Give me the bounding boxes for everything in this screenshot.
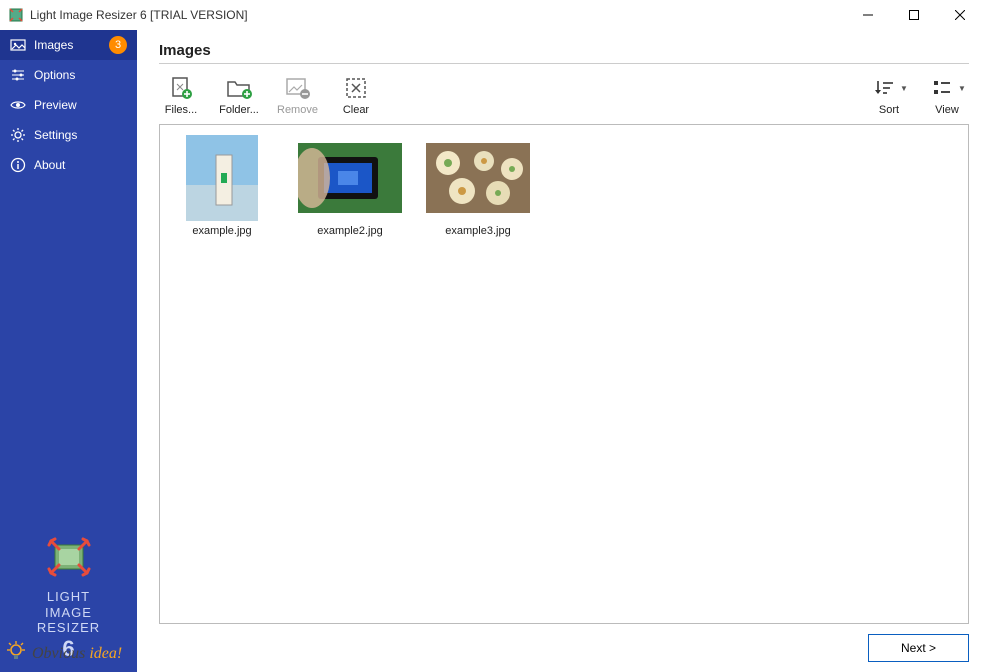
thumbnail-image <box>170 135 274 221</box>
image-grid[interactable]: example.jpg example2.jpg <box>159 124 969 624</box>
eye-icon <box>10 97 26 113</box>
clear-icon <box>342 76 370 100</box>
content-area: Images Files... Folder... Remove Clear <box>137 30 983 672</box>
chevron-down-icon: ▼ <box>958 84 966 93</box>
thumbnail-filename: example3.jpg <box>445 225 510 237</box>
sort-icon <box>870 76 898 100</box>
images-count-badge: 3 <box>109 36 127 54</box>
sidebar: Images 3 Options Preview Settings About <box>0 30 137 672</box>
sidebar-item-label: Settings <box>34 128 127 142</box>
titlebar: Light Image Resizer 6 [TRIAL VERSION] <box>0 0 983 30</box>
maximize-button[interactable] <box>891 0 937 30</box>
clear-button[interactable]: Clear <box>336 76 376 116</box>
sidebar-item-settings[interactable]: Settings <box>0 120 137 150</box>
sidebar-item-options[interactable]: Options <box>0 60 137 90</box>
image-remove-icon <box>283 76 311 100</box>
sidebar-item-images[interactable]: Images 3 <box>0 30 137 60</box>
thumbnail-filename: example.jpg <box>192 225 251 237</box>
view-icon <box>928 76 956 100</box>
footer: Next > <box>159 624 969 662</box>
close-button[interactable] <box>937 0 983 30</box>
window-title: Light Image Resizer 6 [TRIAL VERSION] <box>30 8 248 22</box>
remove-button: Remove <box>277 76 318 116</box>
info-icon <box>10 157 26 173</box>
logo-text-line1: LIGHT <box>10 589 127 605</box>
thumbnail-item[interactable]: example3.jpg <box>426 135 530 237</box>
add-folder-button[interactable]: Folder... <box>219 76 259 116</box>
chevron-down-icon: ▼ <box>900 84 908 93</box>
brand-text-a: Obvious <box>32 645 85 663</box>
gear-icon <box>10 127 26 143</box>
tool-label: Files... <box>165 104 197 116</box>
bulb-icon <box>4 639 28 668</box>
logo-text-line3: RESIZER <box>10 620 127 636</box>
thumbnail-item[interactable]: example2.jpg <box>298 135 402 237</box>
sliders-icon <box>10 67 26 83</box>
minimize-button[interactable] <box>845 0 891 30</box>
next-button[interactable]: Next > <box>868 634 969 662</box>
thumbnail-filename: example2.jpg <box>317 225 382 237</box>
sidebar-item-label: Images <box>34 38 101 52</box>
sidebar-item-label: Preview <box>34 98 127 112</box>
view-button[interactable]: ▼ View <box>927 76 967 116</box>
sort-button[interactable]: ▼ Sort <box>869 76 909 116</box>
sidebar-item-preview[interactable]: Preview <box>0 90 137 120</box>
tool-label: Remove <box>277 104 318 116</box>
page-title: Images <box>159 42 969 59</box>
divider <box>159 63 969 64</box>
brand-logo[interactable]: Obviousidea! <box>4 639 122 668</box>
sidebar-item-about[interactable]: About <box>0 150 137 180</box>
logo-text-line2: IMAGE <box>10 605 127 621</box>
folder-add-icon <box>225 76 253 100</box>
app-icon <box>8 7 24 23</box>
toolbar: Files... Folder... Remove Clear ▼ Sort <box>159 72 969 124</box>
tool-label: View <box>935 104 959 116</box>
thumbnail-image <box>426 135 530 221</box>
tool-label: Clear <box>343 104 369 116</box>
brand-text-b: idea! <box>89 645 122 663</box>
add-files-button[interactable]: Files... <box>161 76 201 116</box>
thumbnail-item[interactable]: example.jpg <box>170 135 274 237</box>
images-icon <box>10 37 26 53</box>
file-add-icon <box>167 76 195 100</box>
thumbnail-image <box>298 135 402 221</box>
tool-label: Folder... <box>219 104 259 116</box>
sidebar-item-label: About <box>34 158 127 172</box>
tool-label: Sort <box>879 104 899 116</box>
sidebar-item-label: Options <box>34 68 127 82</box>
